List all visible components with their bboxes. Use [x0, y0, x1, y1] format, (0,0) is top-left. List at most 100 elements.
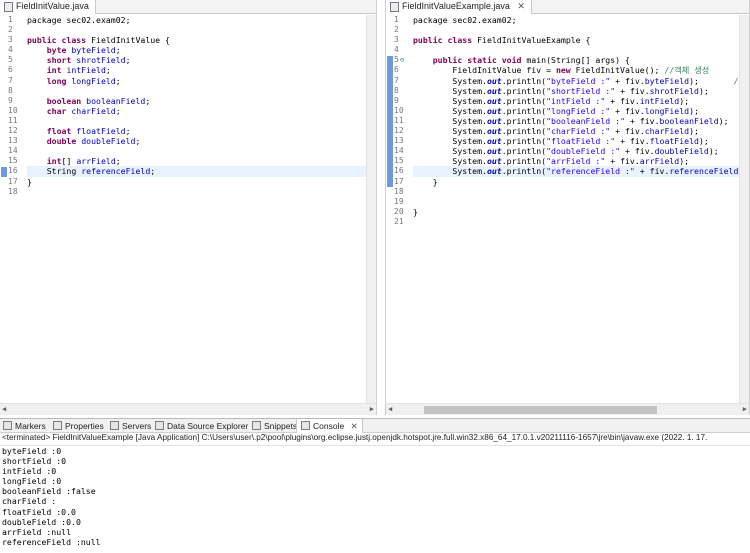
code-line[interactable]: [27, 86, 366, 96]
tab-label: Snippets: [264, 421, 298, 431]
right-editor-pane[interactable]: FieldInitValueExample.java ✕ 1 2 3 4 5⊖ 6 7 8 9 1…: [385, 0, 750, 415]
close-icon[interactable]: ✕: [517, 1, 525, 11]
code-line[interactable]: System.out.println("longField :" + fiv.l…: [413, 106, 739, 116]
code-line[interactable]: package sec02.exam02;: [413, 15, 739, 25]
markers-icon: [3, 421, 12, 430]
code-token: out: [486, 136, 502, 147]
right-code-area[interactable]: 1 2 3 4 5⊖ 6 7 8 9 10 11 12 13 14 15 16 17 18 19 20 21 packa…: [386, 15, 749, 403]
horizontal-scroll-thumb[interactable]: [424, 406, 657, 414]
left-editor-pane[interactable]: FieldInitValue.java 1 2 3 4 5 6 7 8 9 10 11 12 13 14 1…: [0, 0, 377, 415]
code-line[interactable]: System.out.println("intField :" + fiv.in…: [413, 96, 739, 106]
code-line[interactable]: [413, 187, 739, 197]
line-number: 21: [394, 216, 404, 226]
left-overview-ruler: [0, 15, 8, 403]
code-line[interactable]: }: [27, 177, 366, 187]
code-line[interactable]: System.out.println("doubleField :" + fiv…: [413, 146, 739, 156]
tab-markers[interactable]: Markers: [3, 419, 46, 433]
code-line[interactable]: [413, 25, 739, 35]
code-line[interactable]: }: [413, 207, 739, 217]
code-token: System.: [413, 115, 487, 126]
code-token: out: [486, 105, 502, 116]
line-number: 11: [394, 115, 404, 125]
code-token: + fiv.: [605, 95, 640, 106]
right-vertical-scrollbar[interactable]: [739, 15, 749, 403]
code-line[interactable]: System.out.println("byteField :" + fiv.b…: [413, 76, 739, 86]
left-vertical-scrollbar[interactable]: [366, 15, 376, 403]
code-line[interactable]: }: [413, 177, 739, 187]
line-number: 18: [8, 186, 18, 196]
line-number: 15: [8, 156, 18, 166]
code-line[interactable]: System.out.println("arrField :" + fiv.ar…: [413, 156, 739, 166]
code-line[interactable]: [27, 25, 366, 35]
close-icon[interactable]: ✕: [351, 421, 358, 431]
code-line[interactable]: int intField;: [27, 65, 366, 75]
right-horizontal-scrollbar[interactable]: ◀ ▶: [386, 403, 749, 415]
code-line[interactable]: [27, 146, 366, 156]
code-line[interactable]: byte byteField;: [27, 45, 366, 55]
code-line[interactable]: public class FieldInitValueExample {: [413, 35, 739, 45]
line-number: 9: [394, 95, 399, 105]
code-line[interactable]: double doubleField;: [27, 136, 366, 146]
code-token: );: [679, 156, 690, 167]
code-line[interactable]: System.out.println("shortField :" + fiv.…: [413, 86, 739, 96]
scroll-left-arrow-icon[interactable]: ◀: [388, 405, 392, 413]
code-token: referenceField: [669, 166, 739, 177]
code-token: "booleanField :": [546, 115, 625, 126]
code-line[interactable]: package sec02.exam02;: [27, 15, 366, 25]
code-line[interactable]: short shrotField;: [27, 55, 366, 65]
line-number: 1: [394, 15, 399, 24]
code-line[interactable]: System.out.println("charField :" + fiv.c…: [413, 126, 739, 136]
code-token: public static void: [413, 55, 527, 66]
console-output[interactable]: byteField :0 shortField :0 intField :0 long…: [0, 446, 750, 547]
tab-fieldinitvalue-java[interactable]: FieldInitValue.java: [0, 0, 96, 14]
code-line[interactable]: String referenceField;: [27, 166, 366, 177]
tab-servers[interactable]: Servers: [110, 419, 151, 433]
code-token: .println(: [501, 95, 547, 106]
scroll-right-arrow-icon[interactable]: ▶: [370, 405, 374, 413]
code-line[interactable]: public class FieldInitValue {: [27, 35, 366, 45]
code-token: .println(: [501, 156, 547, 167]
code-token: System.: [413, 95, 487, 106]
code-token: double: [27, 136, 82, 147]
code-line[interactable]: public static void main(String[] args) {: [413, 55, 739, 65]
tab-snippets[interactable]: Snippets: [252, 419, 297, 433]
snippets-icon: [252, 421, 261, 430]
tab-console[interactable]: Console ✕: [296, 419, 363, 433]
code-token: FieldInitValue fiv =: [413, 65, 556, 76]
code-line[interactable]: System.out.println("referenceField :" + …: [413, 166, 739, 177]
left-code-text[interactable]: package sec02.exam02; public class Field…: [27, 15, 366, 197]
left-code-area[interactable]: 1 2 3 4 5 6 7 8 9 10 11 12 13 14 15 16 17 18 package sec0…: [0, 15, 376, 403]
code-line[interactable]: [413, 45, 739, 55]
tab-properties[interactable]: Properties: [53, 419, 104, 433]
code-token: arrField: [639, 156, 680, 167]
line-number: 7: [394, 75, 399, 85]
code-line[interactable]: FieldInitValue fiv = new FieldInitValue(…: [413, 65, 739, 75]
fold-collapse-icon[interactable]: ⊖: [400, 56, 404, 64]
code-line[interactable]: boolean booleanField;: [27, 96, 366, 106]
line-number: 16: [394, 166, 404, 176]
code-line[interactable]: [413, 197, 739, 207]
code-line[interactable]: [27, 116, 366, 126]
scroll-left-arrow-icon[interactable]: ◀: [2, 405, 6, 413]
code-line[interactable]: [27, 187, 366, 197]
right-code-text[interactable]: package sec02.exam02; public class Field…: [413, 15, 739, 227]
code-line[interactable]: [413, 217, 739, 227]
code-token: ;: [125, 55, 131, 66]
code-token: byteField: [71, 45, 116, 56]
tab-data-source-explorer[interactable]: Data Source Explorer: [155, 419, 248, 433]
code-line[interactable]: float floatField;: [27, 126, 366, 136]
servers-icon: [110, 421, 119, 430]
console-output-line: longField :0: [2, 476, 62, 487]
code-line[interactable]: char charField;: [27, 106, 366, 116]
code-token: charField: [644, 126, 690, 137]
code-line[interactable]: System.out.println("booleanField :" + fi…: [413, 116, 739, 126]
tab-fieldinitvalueexample-java[interactable]: FieldInitValueExample.java ✕: [386, 0, 532, 14]
scroll-right-arrow-icon[interactable]: ▶: [743, 405, 747, 413]
left-horizontal-scrollbar[interactable]: ◀ ▶: [0, 403, 376, 415]
code-line[interactable]: int[] arrField;: [27, 156, 366, 166]
code-line[interactable]: System.out.println("floatField :" + fiv.…: [413, 136, 739, 146]
code-line[interactable]: long longField;: [27, 76, 366, 86]
code-token: "byteField :": [546, 75, 611, 86]
code-token: System.: [413, 166, 487, 177]
code-token: .println(: [501, 85, 547, 96]
